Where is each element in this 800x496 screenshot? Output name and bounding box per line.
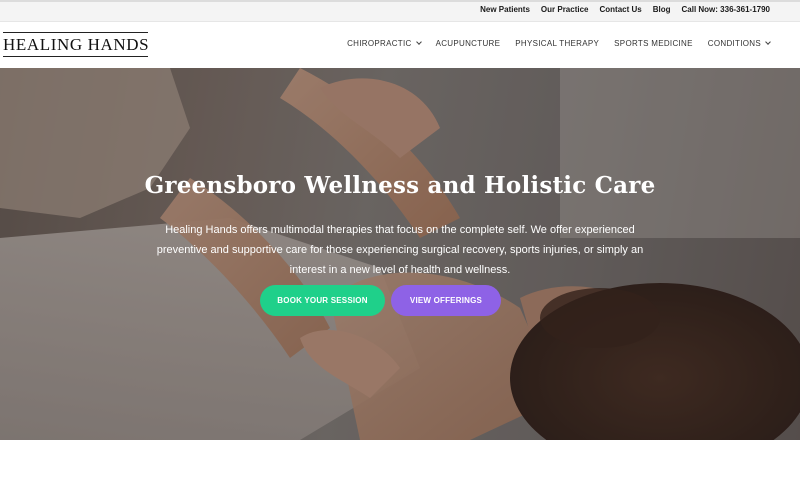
hero-section: Greensboro Wellness and Holistic Care He… [0, 68, 800, 440]
chevron-down-icon [765, 39, 771, 45]
nav-item-acupuncture[interactable]: ACUPUNCTURE [436, 39, 501, 48]
hero-title: Greensboro Wellness and Holistic Care [144, 172, 656, 199]
nav-item-chiropractic[interactable]: CHIROPRACTIC [347, 39, 422, 48]
nav-item-label: PHYSICAL THERAPY [515, 39, 600, 48]
nav-item-label: CHIROPRACTIC [347, 39, 412, 48]
utility-bar: New Patients Our Practice Contact Us Blo… [0, 0, 800, 22]
nav-item-label: ACUPUNCTURE [435, 39, 501, 48]
nav-item-label: SPORTS MEDICINE [614, 39, 693, 48]
book-session-button[interactable]: BOOK YOUR SESSION [260, 285, 385, 316]
view-offerings-button[interactable]: VIEW OFFERINGS [391, 285, 501, 316]
site-logo[interactable]: HEALING HANDS [3, 32, 149, 57]
main-nav: CHIROPRACTIC ACUPUNCTURE PHYSICAL THERAP… [347, 39, 771, 48]
link-blog[interactable]: Blog [653, 5, 671, 14]
chevron-down-icon [415, 39, 422, 45]
link-contact-us[interactable]: Contact Us [599, 5, 641, 14]
nav-item-conditions[interactable]: CONDITIONS [707, 39, 771, 48]
site-header: HEALING HANDS CHIROPRACTIC ACUPUNCTURE P… [0, 22, 800, 68]
link-new-patients[interactable]: New Patients [480, 5, 530, 14]
nav-item-sports-medicine[interactable]: SPORTS MEDICINE [614, 39, 693, 48]
nav-item-label: CONDITIONS [707, 39, 761, 48]
utility-links: New Patients Our Practice Contact Us Blo… [480, 5, 770, 14]
link-our-practice[interactable]: Our Practice [541, 5, 589, 14]
nav-item-physical-therapy[interactable]: PHYSICAL THERAPY [515, 39, 599, 48]
hero-description: Healing Hands offers multimodal therapie… [156, 224, 644, 276]
link-call-now[interactable]: Call Now: 336-361-1790 [682, 5, 771, 14]
